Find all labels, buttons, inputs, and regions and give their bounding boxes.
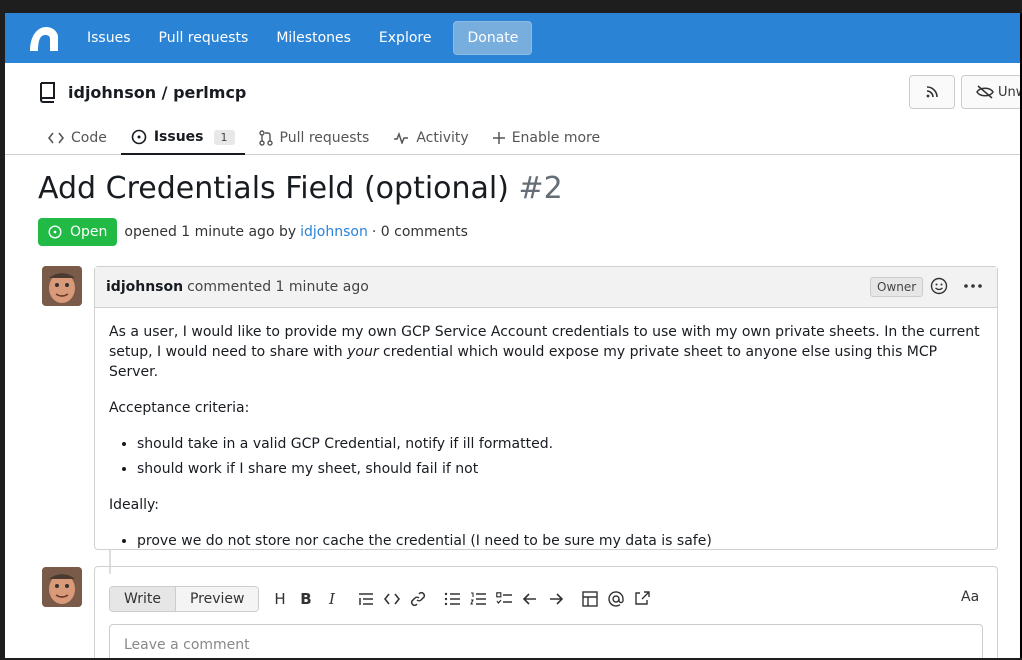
italic-button[interactable]: I: [319, 589, 345, 609]
list-item: should work if I share my sheet, should …: [137, 459, 983, 479]
avatar[interactable]: [42, 567, 82, 607]
issue-author-link[interactable]: idjohnson: [300, 224, 368, 240]
eye-slash-icon: [976, 85, 994, 99]
tab-pull-requests[interactable]: Pull requests: [249, 121, 380, 155]
tab-enable-more[interactable]: Enable more: [483, 121, 610, 155]
nav-milestones[interactable]: Milestones: [276, 30, 351, 46]
forgejo-logo-icon[interactable]: [27, 21, 61, 55]
repo-icon: [40, 82, 55, 103]
issue-icon: [131, 129, 147, 145]
nav-issues[interactable]: Issues: [87, 30, 131, 46]
issue-meta-suffix: · 0 comments: [371, 224, 468, 240]
comment-action: commented 1 minute ago: [187, 279, 369, 295]
link-icon[interactable]: [405, 589, 431, 609]
bullet-list-icon[interactable]: [439, 589, 465, 609]
editor-tabs: Write Preview: [109, 586, 260, 612]
list-item: should take in a valid GCP Credential, n…: [137, 434, 983, 454]
unindent-icon[interactable]: [517, 589, 543, 609]
code-icon[interactable]: [379, 589, 405, 609]
tab-preview[interactable]: Preview: [175, 587, 259, 611]
unwatch-button[interactable]: Unw: [961, 75, 1020, 109]
issue-comment: idjohnson commented 1 minute ago Owner A…: [94, 266, 998, 550]
page-title: Add Credentials Field (optional) #2: [38, 171, 563, 206]
status-label: Open: [70, 224, 108, 240]
pulse-icon: [394, 132, 409, 144]
issue-open-icon: [48, 225, 62, 239]
criteria-heading: Acceptance criteria:: [109, 400, 250, 416]
tab-activity-label: Activity: [416, 130, 469, 146]
owner-badge: Owner: [870, 277, 924, 297]
ideally-list: prove we do not store nor cache the cred…: [137, 531, 983, 551]
mention-icon[interactable]: [603, 589, 629, 609]
ideally-heading: Ideally:: [109, 497, 159, 513]
repo-tabs: Code Issues 1 Pull requests Activity Ena…: [38, 121, 614, 155]
comment-author[interactable]: idjohnson: [106, 279, 183, 295]
top-nav: Issues Pull requests Milestones Explore …: [5, 13, 1020, 63]
font-toggle-button[interactable]: Aa: [961, 589, 979, 605]
tab-write[interactable]: Write: [110, 587, 176, 611]
list-item: prove we do not store nor cache the cred…: [137, 531, 983, 551]
issue-meta-prefix: opened 1 minute ago by: [124, 224, 297, 240]
heading-button[interactable]: H: [267, 589, 293, 609]
avatar[interactable]: [42, 266, 82, 306]
issue-title-text: Add Credentials Field (optional): [38, 171, 509, 206]
rss-icon: [926, 86, 938, 98]
issue-number: #2: [518, 171, 563, 206]
browser-window: Issues Pull requests Milestones Explore …: [5, 13, 1022, 658]
nav-pull-requests[interactable]: Pull requests: [159, 30, 249, 46]
issue-state-row: Open opened 1 minute ago by idjohnson · …: [38, 218, 468, 246]
cross-reference-icon[interactable]: [629, 589, 655, 609]
tab-enable-more-label: Enable more: [511, 130, 601, 146]
editor-toolbar: H B I: [267, 589, 655, 609]
tab-code[interactable]: Code: [38, 121, 117, 155]
nav-explore[interactable]: Explore: [379, 30, 432, 46]
comment-header: idjohnson commented 1 minute ago Owner: [95, 267, 997, 308]
task-list-icon[interactable]: [491, 589, 517, 609]
quote-icon[interactable]: [353, 589, 379, 609]
comment-paragraph: As a user, I would like to provide my ow…: [109, 322, 983, 382]
repo-name[interactable]: idjohnson / perlmcp: [68, 83, 246, 102]
unwatch-label: Unw: [998, 84, 1020, 100]
comment-editor: Write Preview H B I Aa Leave a comment: [94, 566, 998, 658]
rss-button[interactable]: [909, 75, 955, 109]
table-icon[interactable]: [577, 589, 603, 609]
pull-request-icon: [258, 130, 273, 146]
plus-icon: [492, 132, 505, 144]
issues-count-badge: 1: [213, 129, 235, 145]
comment-emphasis: your: [347, 344, 379, 360]
tab-issues[interactable]: Issues 1: [120, 121, 245, 155]
tab-activity[interactable]: Activity: [383, 121, 478, 155]
bold-button[interactable]: B: [293, 589, 319, 609]
more-options-icon[interactable]: [963, 277, 983, 299]
code-icon: [48, 132, 64, 144]
donate-button[interactable]: Donate: [453, 21, 533, 55]
tab-code-label: Code: [71, 130, 107, 146]
comment-body: As a user, I would like to provide my ow…: [95, 308, 997, 581]
reaction-smiley-icon[interactable]: [930, 277, 948, 299]
status-badge: Open: [38, 218, 118, 246]
comment-textarea[interactable]: Leave a comment: [109, 624, 983, 658]
tab-issues-label: Issues: [153, 129, 204, 145]
numbered-list-icon[interactable]: [465, 589, 491, 609]
criteria-list: should take in a valid GCP Credential, n…: [137, 434, 983, 479]
tab-pull-requests-label: Pull requests: [279, 130, 370, 146]
repo-title[interactable]: idjohnson / perlmcp: [38, 81, 246, 103]
repo-header: idjohnson / perlmcp Unw Code Issues 1 Pu…: [5, 63, 1020, 155]
indent-icon[interactable]: [543, 589, 569, 609]
